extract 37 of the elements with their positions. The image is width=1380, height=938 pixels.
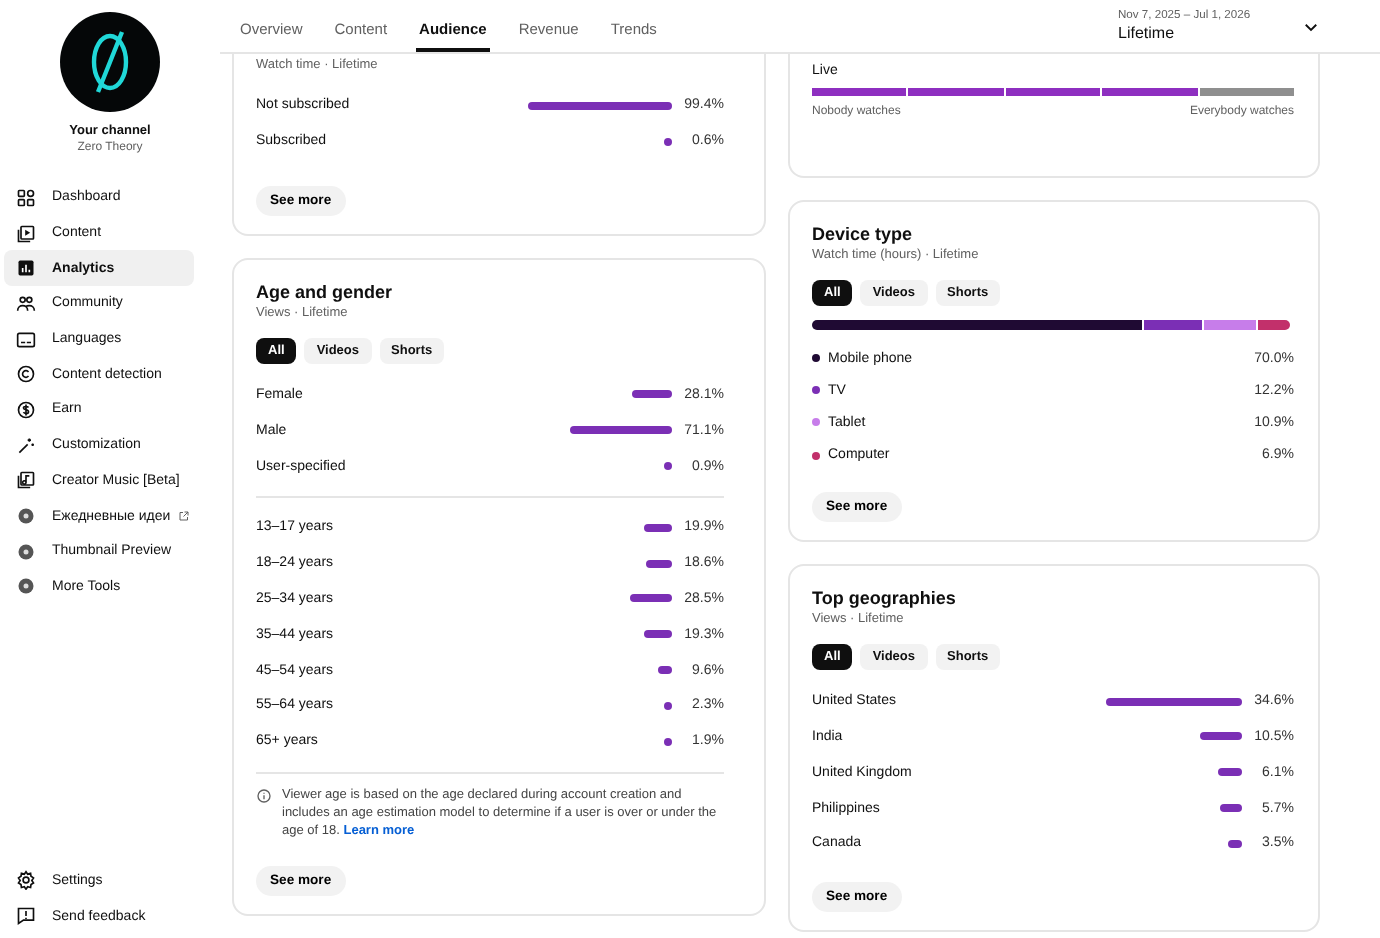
play-square-icon bbox=[16, 223, 36, 244]
dollar-icon bbox=[16, 399, 36, 420]
settings-icon bbox=[16, 870, 36, 891]
bar bbox=[1219, 804, 1242, 813]
circle-icon bbox=[16, 506, 36, 527]
bar-chart-icon bbox=[16, 258, 36, 279]
bar bbox=[645, 559, 672, 568]
bar bbox=[664, 737, 672, 746]
feedback-icon bbox=[16, 906, 36, 927]
bar bbox=[528, 101, 672, 110]
bar bbox=[664, 701, 672, 710]
info-icon bbox=[256, 787, 272, 804]
bar bbox=[1218, 768, 1242, 777]
circle-icon bbox=[16, 576, 36, 597]
bar bbox=[643, 523, 672, 532]
bar bbox=[631, 390, 672, 399]
external-link-icon bbox=[178, 510, 191, 523]
bar bbox=[1106, 697, 1242, 706]
circle-icon bbox=[16, 541, 36, 562]
grid-icon bbox=[16, 187, 36, 208]
bar bbox=[1200, 732, 1242, 741]
bar bbox=[658, 666, 672, 675]
magic-wand-icon bbox=[16, 435, 36, 456]
bar bbox=[630, 594, 672, 603]
card-title: Device type bbox=[812, 224, 915, 244]
bar bbox=[664, 137, 672, 146]
copyright-icon bbox=[16, 364, 36, 385]
bar bbox=[569, 426, 672, 435]
bar bbox=[664, 462, 672, 471]
subtitles-icon bbox=[16, 329, 36, 350]
card-title: Top geographies bbox=[812, 587, 958, 608]
music-note-icon bbox=[16, 470, 36, 491]
card-title: Age and gender bbox=[256, 281, 395, 302]
avatar bbox=[60, 12, 160, 112]
bar bbox=[644, 630, 672, 639]
bar bbox=[1228, 839, 1242, 848]
people-icon bbox=[16, 293, 36, 314]
